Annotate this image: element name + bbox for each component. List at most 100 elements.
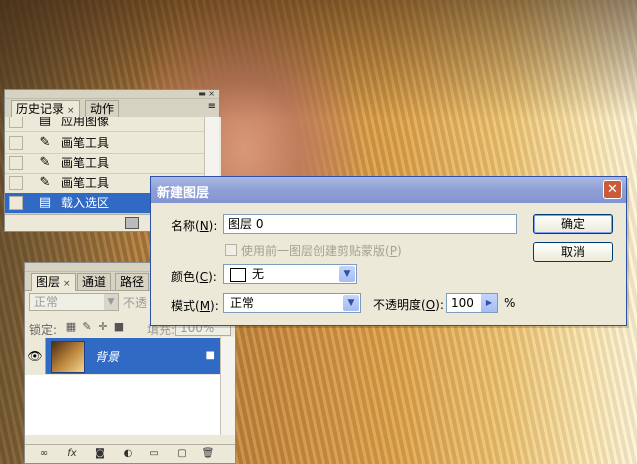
- ok-label: 确定: [560, 217, 585, 231]
- lock-move-icon[interactable]: ✛: [97, 321, 109, 333]
- cancel-label: 取消: [560, 245, 585, 259]
- brush-icon: ✎: [39, 155, 51, 170]
- clip-end: ): [396, 244, 402, 258]
- tab-layers-label: 图层: [36, 275, 61, 289]
- lock-icon: ■: [205, 350, 215, 361]
- history-item-label: 画笔工具: [61, 136, 110, 150]
- brush-icon: ✎: [39, 135, 51, 150]
- new-layer-icon[interactable]: ▢: [175, 448, 189, 460]
- tab-history-label: 历史记录: [16, 102, 65, 116]
- name-value: 图层 0: [228, 217, 264, 231]
- lock-brush-icon[interactable]: ✎: [81, 321, 93, 333]
- blend-mode-select[interactable]: 正常 ▼: [29, 293, 119, 311]
- opacity-label-end: ):: [435, 298, 444, 312]
- document-icon: ▤: [38, 195, 52, 210]
- scrollbar[interactable]: [220, 337, 235, 435]
- document-icon: ▤: [38, 117, 52, 128]
- chevron-down-icon: ▼: [339, 266, 355, 282]
- lock-all-icon[interactable]: ■: [113, 321, 125, 333]
- opacity-field[interactable]: 100 ▶: [446, 293, 498, 313]
- close-icon[interactable]: ×: [67, 106, 75, 116]
- history-item-label: 画笔工具: [61, 156, 110, 170]
- trash-icon[interactable]: 🗑: [201, 448, 215, 460]
- chevron-right-icon[interactable]: ▶: [481, 294, 497, 312]
- layer-thumbnail: [51, 341, 85, 373]
- chevron-down-icon: ▼: [343, 295, 359, 311]
- color-label: 颜色(C):: [171, 268, 217, 285]
- list-item[interactable]: ✎ 画笔工具: [5, 133, 207, 154]
- close-icon[interactable]: ×: [63, 279, 71, 289]
- clip-mask-label: 使用前一图层创建剪贴蒙版(P): [241, 242, 402, 259]
- history-item-label: 载入选区: [61, 196, 110, 210]
- folder-icon[interactable]: ▭: [147, 448, 161, 460]
- name-label-end: ):: [208, 219, 218, 233]
- history-item-label: 应用图像: [61, 117, 110, 128]
- mode-label: 模式(M):: [171, 297, 219, 314]
- clip-mask-checkbox[interactable]: [225, 244, 237, 256]
- clip-accesskey: P: [389, 244, 397, 258]
- new-layer-dialog: 新建图层 ✕ 名称(N): 图层 0 使用前一图层创建剪贴蒙版(P) 颜色(C)…: [150, 176, 627, 326]
- fx-icon[interactable]: fx: [65, 448, 79, 460]
- chevron-down-icon: ▼: [104, 294, 118, 310]
- snapshot-checkbox[interactable]: [9, 117, 23, 128]
- panel-menu-icon[interactable]: ≡: [208, 102, 216, 112]
- panel-grip[interactable]: ▬ ×: [5, 90, 219, 99]
- mode-accesskey: M: [199, 299, 211, 313]
- ok-button[interactable]: 确定: [533, 214, 613, 234]
- snapshot-checkbox[interactable]: [9, 176, 23, 190]
- history-tabs: 历史记录 × 动作 ≡: [5, 99, 219, 118]
- name-accesskey: N: [199, 219, 209, 233]
- tab-history[interactable]: 历史记录 ×: [11, 100, 80, 118]
- color-label-text: 颜色(: [171, 270, 200, 284]
- layer-name: 背景: [95, 350, 120, 364]
- blend-mode-value: 正常: [34, 295, 59, 309]
- list-item[interactable]: ✎ 画笔工具: [5, 153, 207, 174]
- close-icon[interactable]: ✕: [603, 180, 622, 199]
- lock-transparency-icon[interactable]: ▦: [65, 321, 77, 333]
- tab-paths[interactable]: 路径: [115, 273, 150, 290]
- list-item[interactable]: ▤ 应用图像: [5, 117, 207, 132]
- color-swatch: [230, 268, 246, 282]
- dialog-titlebar[interactable]: 新建图层 ✕: [151, 177, 626, 203]
- opacity-value: 100: [451, 296, 474, 310]
- mode-label-end: ):: [210, 299, 219, 313]
- tab-paths-label: 路径: [120, 275, 145, 289]
- minimize-icon[interactable]: ▬ ×: [198, 90, 215, 98]
- tab-channels-label: 通道: [82, 275, 107, 289]
- history-state-marker[interactable]: [9, 196, 23, 210]
- mode-value: 正常: [230, 296, 255, 310]
- layer-row[interactable]: 👁 背景 ■: [25, 338, 235, 374]
- link-icon[interactable]: ∞: [37, 448, 51, 460]
- opacity-unit: %: [504, 296, 516, 310]
- layers-list-empty: [25, 375, 235, 435]
- lock-label: 锁定:: [29, 323, 58, 337]
- name-label-text: 名称(: [171, 219, 200, 233]
- eye-icon[interactable]: 👁: [25, 338, 46, 374]
- tab-actions-label: 动作: [90, 102, 115, 116]
- mode-select[interactable]: 正常 ▼: [223, 293, 361, 313]
- brush-icon: ✎: [39, 175, 51, 190]
- mode-label-text: 模式(: [171, 299, 200, 313]
- tab-actions[interactable]: 动作: [85, 100, 120, 117]
- opacity-label-text: 不透明度(: [373, 298, 426, 312]
- tab-layers[interactable]: 图层 ×: [31, 273, 76, 291]
- name-field[interactable]: 图层 0: [223, 214, 517, 234]
- color-value: 无: [252, 267, 265, 281]
- mask-icon[interactable]: ◙: [93, 448, 107, 460]
- color-label-end: ):: [208, 270, 217, 284]
- cancel-button[interactable]: 取消: [533, 242, 613, 262]
- new-snapshot-icon[interactable]: [125, 217, 139, 229]
- clip-mask-text: 使用前一图层创建剪贴蒙版(: [241, 244, 390, 258]
- color-select[interactable]: 无 ▼: [223, 264, 357, 284]
- snapshot-checkbox[interactable]: [9, 156, 23, 170]
- color-accesskey: C: [199, 270, 209, 284]
- adjustment-icon[interactable]: ◐: [121, 448, 135, 460]
- opacity-label: 不透: [123, 296, 148, 310]
- tab-channels[interactable]: 通道: [77, 273, 112, 290]
- snapshot-checkbox[interactable]: [9, 136, 23, 150]
- name-label: 名称(N):: [171, 217, 217, 234]
- opacity-accesskey: O: [425, 298, 436, 312]
- opacity-label: 不透明度(O):: [373, 296, 444, 313]
- history-item-label: 画笔工具: [61, 176, 110, 190]
- dialog-title: 新建图层: [157, 186, 210, 201]
